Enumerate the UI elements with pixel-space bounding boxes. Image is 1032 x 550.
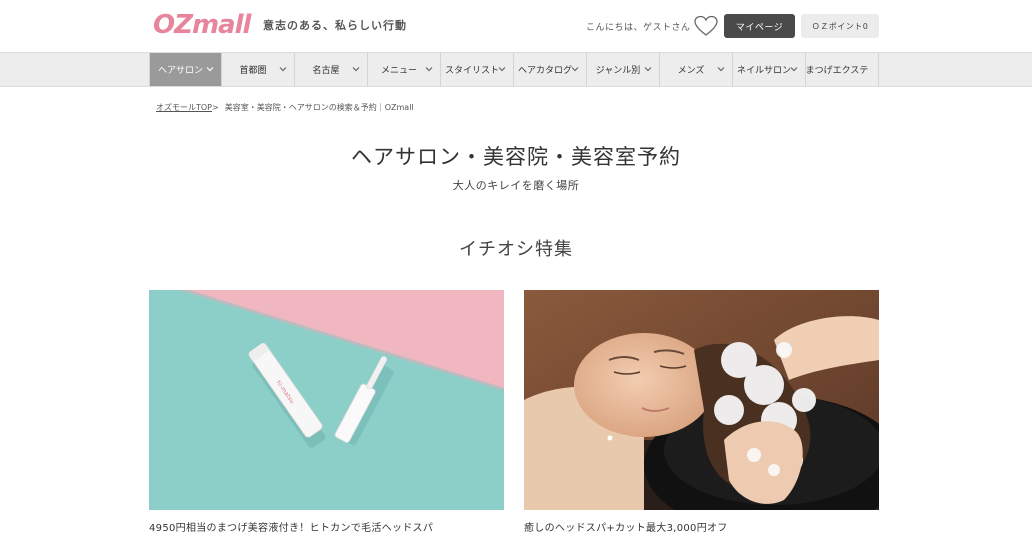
breadcrumb: オズモールTOP> 美容室・美容院・ヘアサロンの検索＆予約｜OZmall (156, 102, 414, 113)
nav-item-hair-catalog[interactable]: ヘアカタログ (514, 53, 587, 86)
ozmall-logo[interactable]: OZmall (153, 10, 251, 40)
featured-section-title: イチオシ特集 (459, 239, 573, 260)
chevron-down-icon (497, 64, 507, 74)
site-header: OZmall 意志のある、私らしい行動 こんにちは、ゲストさん マイページ ＯＺ… (0, 0, 1032, 52)
nav-item-label: ジャンル別 (595, 66, 641, 76)
nav-item-hair-salon[interactable]: ヘアサロン (149, 53, 222, 86)
nav-list: ヘアサロン 首都圏 名古屋 メニュー スタイリスト ヘアカタログ ジャンル別 メ… (149, 53, 879, 86)
nav-item-label: 名古屋 (312, 66, 340, 76)
breadcrumb-current: 美容室・美容院・ヘアサロンの検索＆予約｜OZmall (224, 103, 414, 112)
nav-item-stylist[interactable]: スタイリスト (441, 53, 514, 86)
nav-item-nail-salon[interactable]: ネイルサロン (733, 53, 806, 86)
eyelash-serum-image[interactable]: hi-matsu (149, 290, 504, 510)
nav-item-mens[interactable]: メンズ (660, 53, 733, 86)
chevron-down-icon (278, 64, 288, 74)
chevron-down-icon (351, 64, 361, 74)
greeting-text: こんにちは、ゲストさん (586, 23, 691, 33)
nav-item-label: ヘアサロン (157, 66, 203, 76)
nav-item-label: メニュー (380, 66, 417, 76)
nav-item-eyelash[interactable]: まつげエクステ (806, 53, 879, 86)
nav-item-genre[interactable]: ジャンル別 (587, 53, 660, 86)
featured-card[interactable]: hi-matsu 4950円相当のまつげ美容液付き！ヒトカンで毛活ヘッドスパ (149, 290, 504, 534)
featured-card[interactable]: 癒しのヘッドスパ+カット最大3,000円オフ (524, 290, 879, 534)
oz-points-button[interactable]: ＯＺポイント0 (801, 14, 879, 38)
chevron-down-icon (424, 64, 434, 74)
featured-card-caption[interactable]: 4950円相当のまつげ美容液付き！ヒトカンで毛活ヘッドスパ (149, 519, 504, 534)
nav-item-label: 首都圏 (239, 66, 267, 76)
favorites-heart-icon[interactable] (694, 15, 718, 37)
tagline: 意志のある、私らしい行動 (263, 19, 407, 32)
breadcrumb-separator: > (212, 103, 219, 112)
nav-item-nagoya[interactable]: 名古屋 (295, 53, 368, 86)
chevron-down-icon (789, 64, 799, 74)
logo-text[interactable]: OZmall (153, 10, 251, 40)
nav-item-label: ネイルサロン (736, 66, 791, 76)
featured-card-caption[interactable]: 癒しのヘッドスパ+カット最大3,000円オフ (524, 519, 879, 534)
chevron-down-icon (643, 64, 653, 74)
global-nav: ヘアサロン 首都圏 名古屋 メニュー スタイリスト ヘアカタログ ジャンル別 メ… (0, 52, 1032, 87)
nav-item-label: ヘアカタログ (517, 66, 572, 76)
chevron-down-icon (205, 64, 215, 74)
page-title: ヘアサロン・美容院・美容室予約 (351, 145, 681, 169)
chevron-down-icon (570, 64, 580, 74)
nav-item-shutoken[interactable]: 首都圏 (222, 53, 295, 86)
head-spa-image[interactable] (524, 290, 879, 510)
nav-item-label: まつげエクステ (806, 66, 869, 76)
chevron-down-icon (716, 64, 726, 74)
breadcrumb-home-link[interactable]: オズモールTOP (156, 103, 212, 112)
nav-item-menu[interactable]: メニュー (368, 53, 441, 86)
nav-item-label: メンズ (677, 66, 705, 76)
mypage-button[interactable]: マイページ (724, 14, 795, 38)
nav-item-label: スタイリスト (444, 66, 499, 76)
page-subtitle: 大人のキレイを磨く場所 (452, 179, 580, 192)
